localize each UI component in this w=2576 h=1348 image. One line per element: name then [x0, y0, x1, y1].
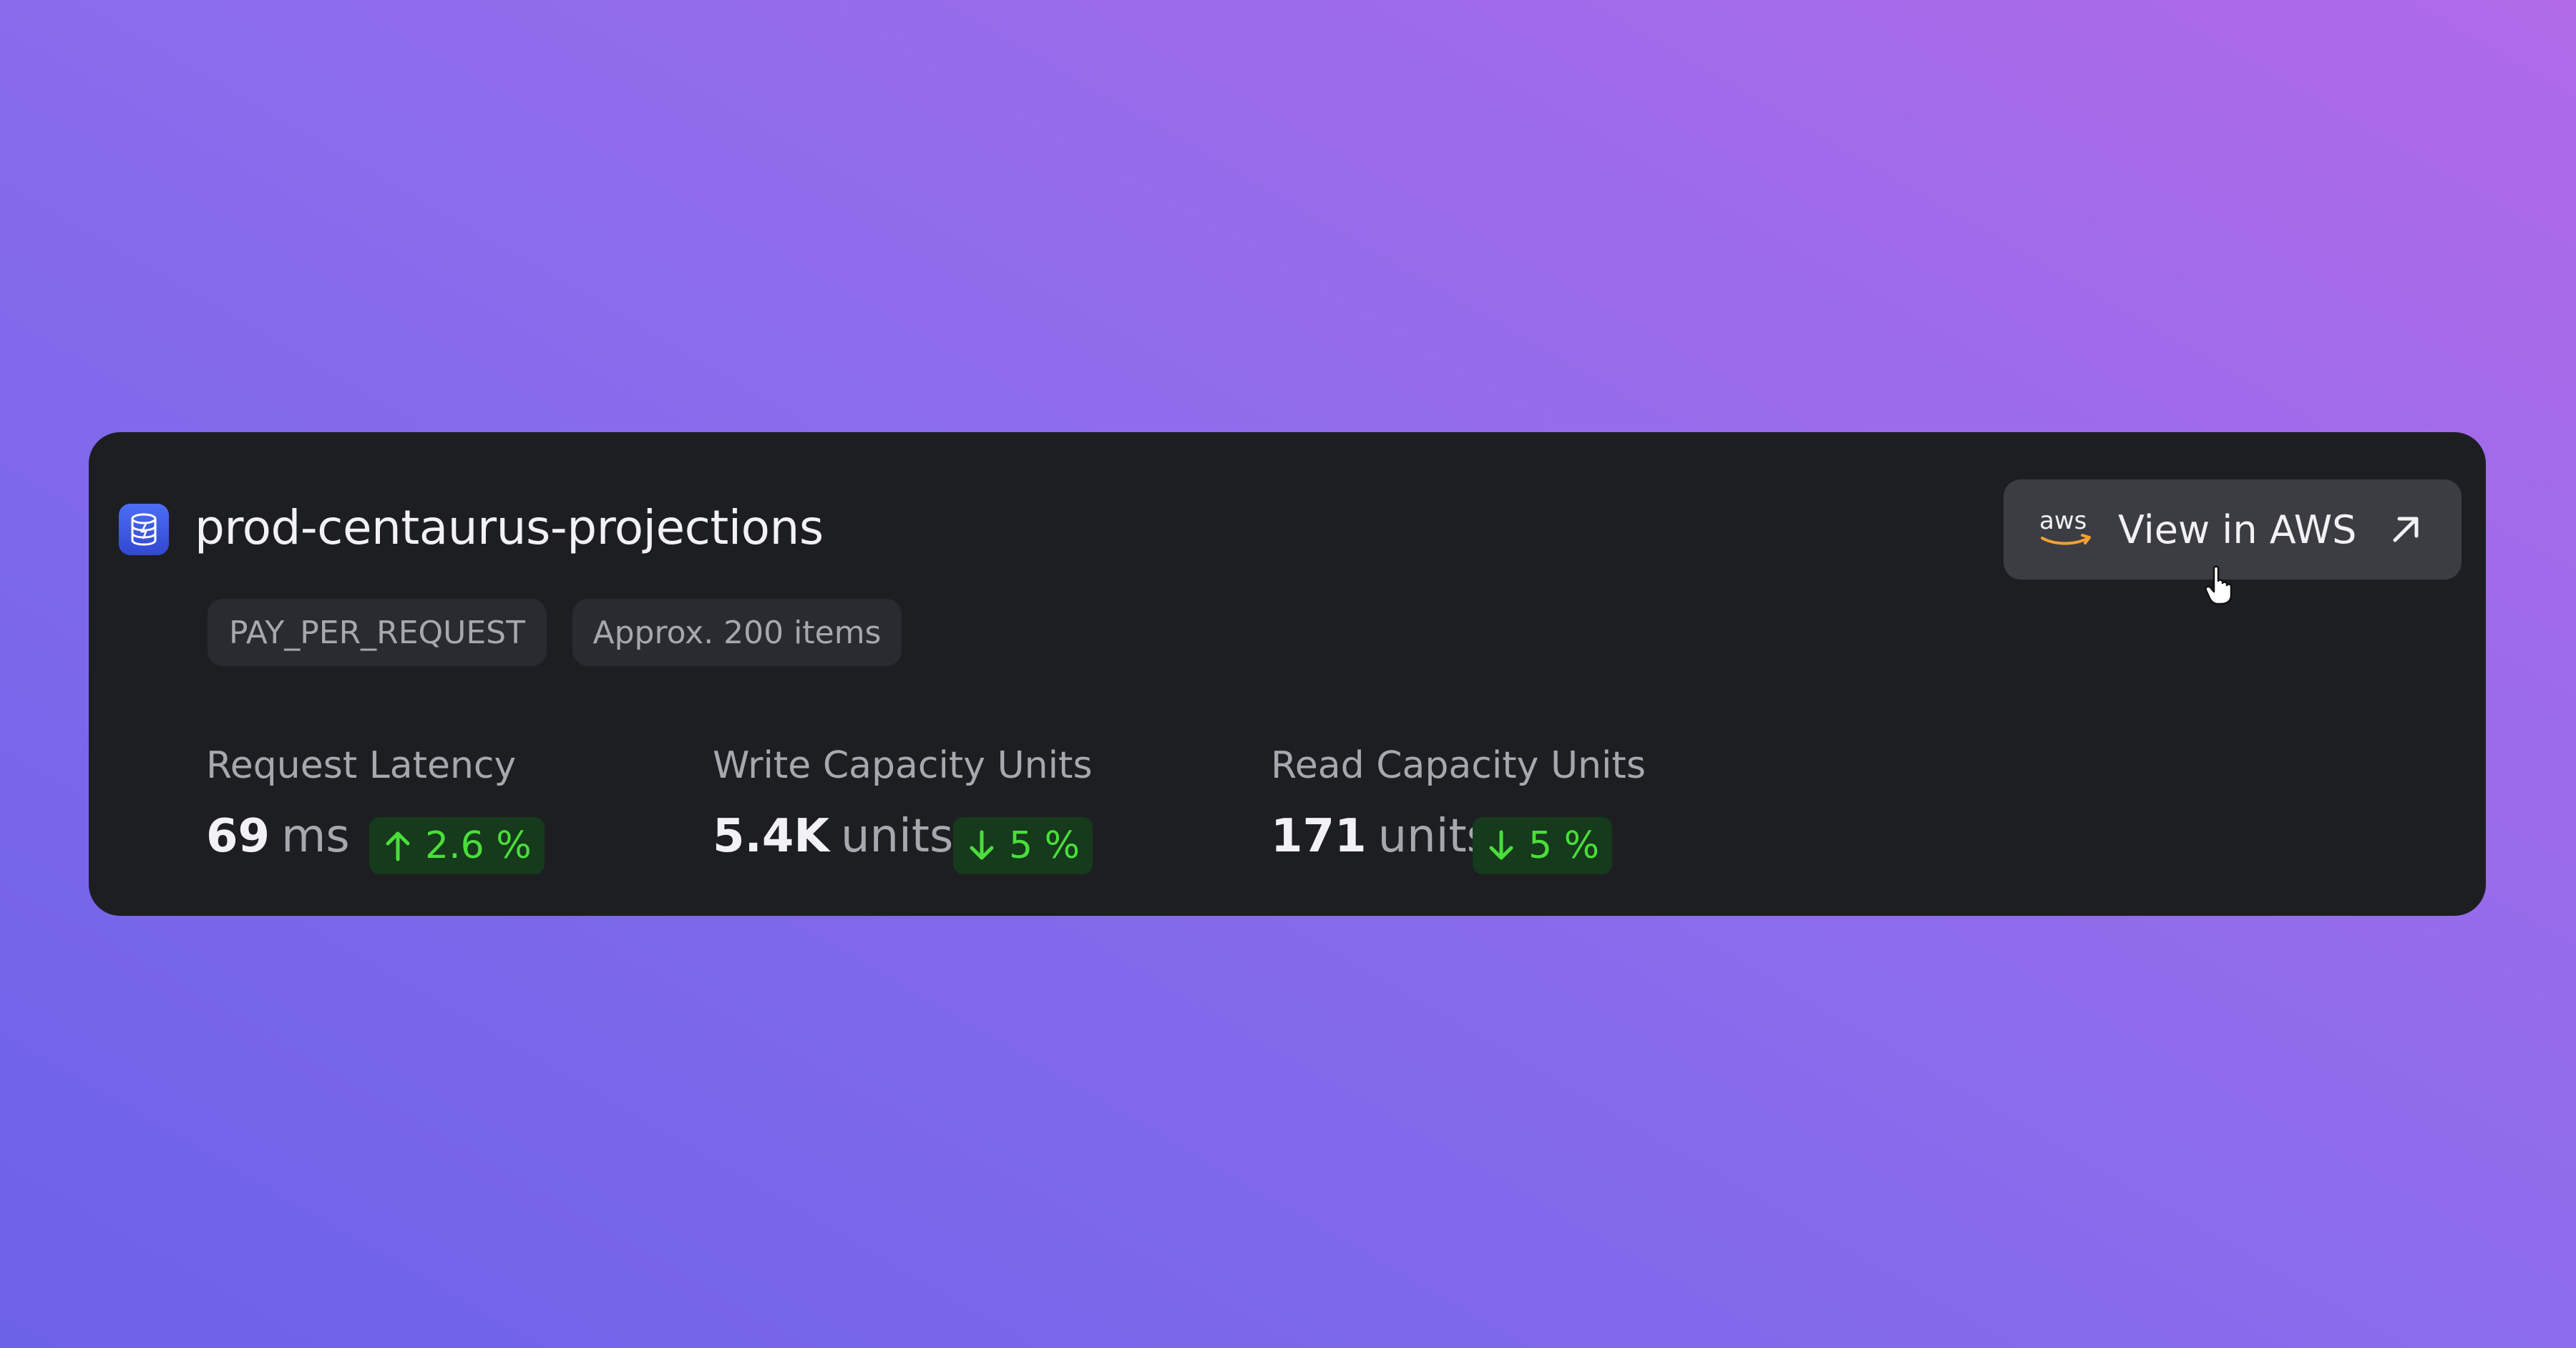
view-in-aws-button[interactable]: aws View in AWS — [2004, 479, 2462, 580]
metric-number: 69 — [206, 810, 270, 863]
metric-number: 171 — [1271, 810, 1367, 863]
arrow-down-icon — [970, 830, 994, 860]
metric-value-request-latency: 69 ms — [206, 810, 350, 863]
table-name: prod-centaurus-projections — [195, 500, 824, 555]
metric-label-read-capacity: Read Capacity Units — [1271, 744, 1646, 787]
dynamodb-table-card: prod-centaurus-projections aws View in A… — [89, 432, 2486, 916]
arrow-up-icon — [386, 831, 410, 861]
metric-label-write-capacity: Write Capacity Units — [713, 744, 1093, 787]
metric-unit: units — [840, 810, 954, 863]
arrow-down-icon — [1489, 830, 1513, 860]
trend-badge-write-capacity: 5 % — [953, 817, 1093, 874]
arrow-up-right-icon — [2393, 517, 2419, 542]
metric-number: 5.4K — [713, 810, 829, 863]
metric-value-read-capacity: 171 units — [1271, 810, 1491, 863]
metric-unit: ms — [281, 810, 350, 863]
trend-badge-read-capacity: 5 % — [1473, 817, 1613, 874]
trend-badge-request-latency: 2.6 % — [369, 817, 545, 874]
billing-mode-tag: PAY_PER_REQUEST — [208, 599, 547, 666]
metric-value-write-capacity: 5.4K units — [713, 810, 953, 863]
item-count-tag: Approx. 200 items — [572, 599, 902, 666]
trend-value: 5 % — [1009, 824, 1080, 867]
trend-value: 5 % — [1528, 824, 1600, 867]
aws-logo-icon: aws — [2039, 507, 2094, 550]
view-in-aws-label: View in AWS — [2118, 507, 2357, 552]
dynamodb-table-icon — [119, 504, 169, 555]
metric-label-request-latency: Request Latency — [206, 744, 517, 787]
trend-value: 2.6 % — [425, 824, 532, 867]
hand-pointer-cursor-icon — [2205, 565, 2233, 605]
